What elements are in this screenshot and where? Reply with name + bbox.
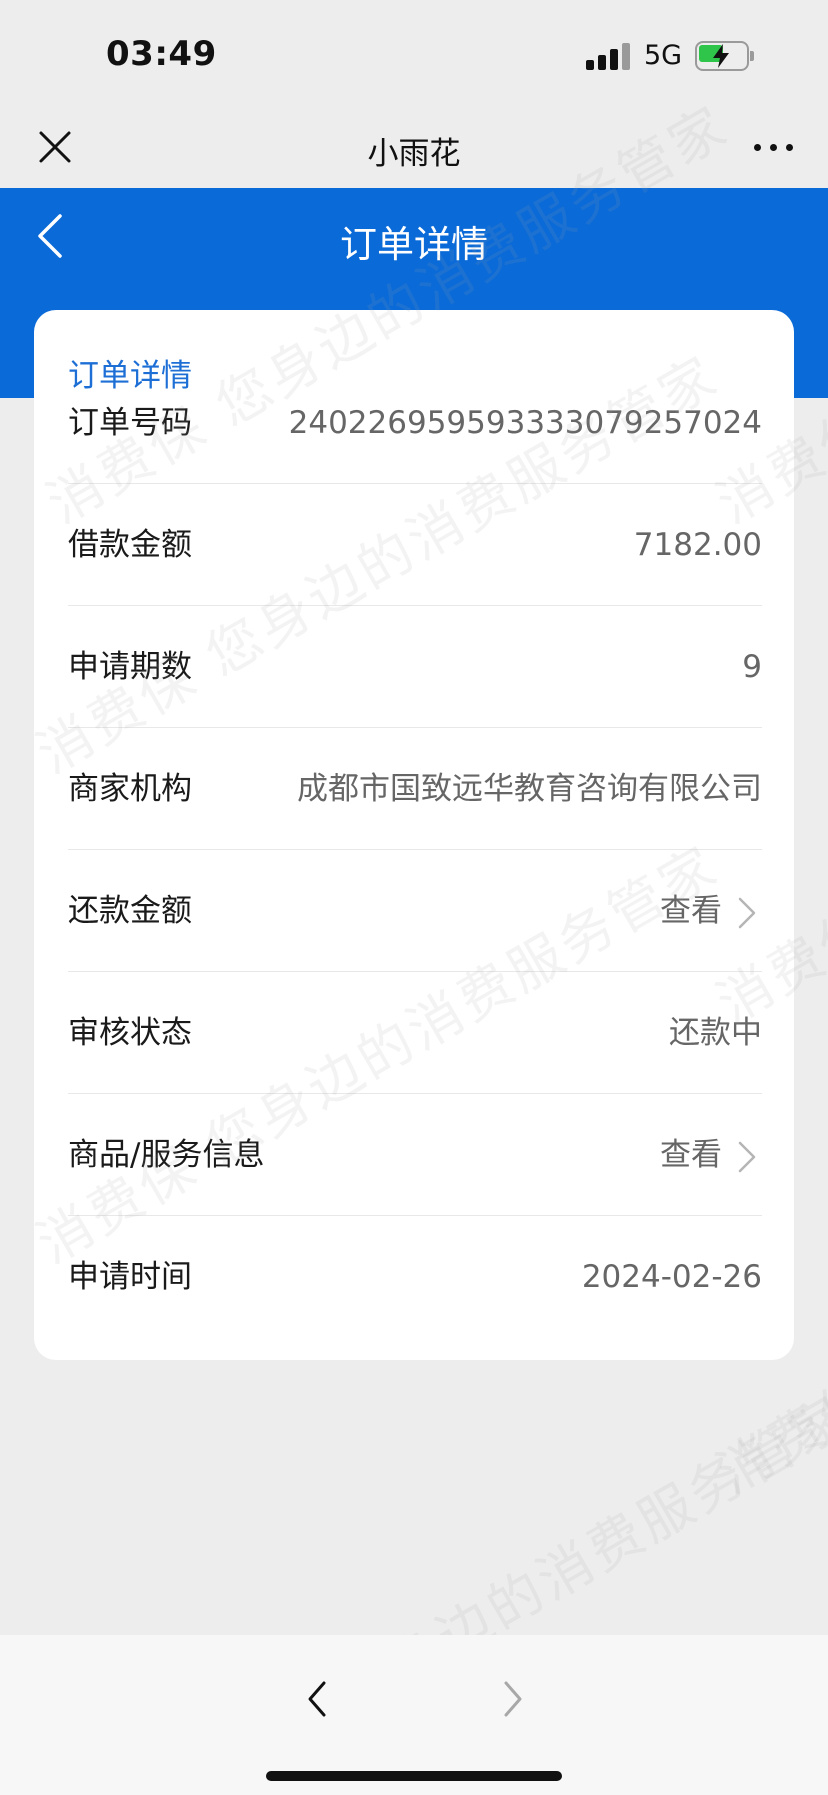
view-product-link[interactable]: 查看 <box>660 1094 722 1216</box>
home-indicator <box>266 1771 562 1781</box>
row-apply-time: 申请时间 2024-02-26 <box>68 1216 762 1338</box>
row-label: 还款金额 <box>68 893 192 929</box>
row-label: 订单号码 <box>68 405 192 441</box>
app-title: 小雨花 <box>367 136 461 172</box>
page-title: 订单详情 <box>340 223 488 266</box>
row-repayment-amount[interactable]: 还款金额 查看 <box>68 850 762 972</box>
row-label: 借款金额 <box>68 527 192 563</box>
periods-value: 9 <box>742 649 762 685</box>
row-label: 商家机构 <box>68 771 192 807</box>
row-label: 申请时间 <box>68 1259 192 1295</box>
row-label: 申请期数 <box>68 649 192 685</box>
row-periods: 申请期数 9 <box>68 606 762 728</box>
page: 03:49 5G 小雨花 订单详情 订单详情 订单号码 240226959593… <box>0 0 828 1795</box>
mini-program-title-bar: 小雨花 <box>0 110 828 188</box>
row-merchant: 商家机构 成都市国致远华教育咨询有限公司 <box>68 728 762 850</box>
network-type: 5G <box>644 40 683 71</box>
signal-icon <box>586 42 632 70</box>
battery-icon <box>695 41 755 71</box>
review-status-value: 还款中 <box>669 1015 762 1051</box>
nav-back-icon <box>308 1681 326 1717</box>
charging-bolt-icon <box>713 44 729 68</box>
more-icon <box>754 144 761 151</box>
loan-amount-value: 7182.00 <box>633 527 762 563</box>
more-button[interactable] <box>752 138 796 158</box>
row-review-status: 审核状态 还款中 <box>68 972 762 1094</box>
bottom-nav-bar <box>0 1635 828 1795</box>
chevron-right-icon <box>738 1141 756 1173</box>
chevron-right-icon <box>738 897 756 929</box>
row-label: 商品/服务信息 <box>68 1137 265 1173</box>
order-number-value: 240226959593333079257024 <box>288 405 762 441</box>
status-time: 03:49 <box>106 34 217 74</box>
nav-forward-button[interactable] <box>494 1677 530 1721</box>
row-label: 审核状态 <box>68 1015 192 1051</box>
apply-time-value: 2024-02-26 <box>581 1259 762 1295</box>
merchant-value: 成都市国致远华教育咨询有限公司 <box>297 771 762 807</box>
nav-back-button[interactable] <box>300 1677 336 1721</box>
nav-forward-icon <box>504 1681 522 1717</box>
order-detail-card: 订单详情 订单号码 240226959593333079257024 借款金额 … <box>34 310 794 1360</box>
row-order-number: 订单号码 240226959593333079257024 <box>68 362 762 484</box>
status-bar: 03:49 5G <box>0 0 828 110</box>
view-repayment-link[interactable]: 查看 <box>660 850 722 972</box>
row-product-info[interactable]: 商品/服务信息 查看 <box>68 1094 762 1216</box>
row-loan-amount: 借款金额 7182.00 <box>68 484 762 606</box>
